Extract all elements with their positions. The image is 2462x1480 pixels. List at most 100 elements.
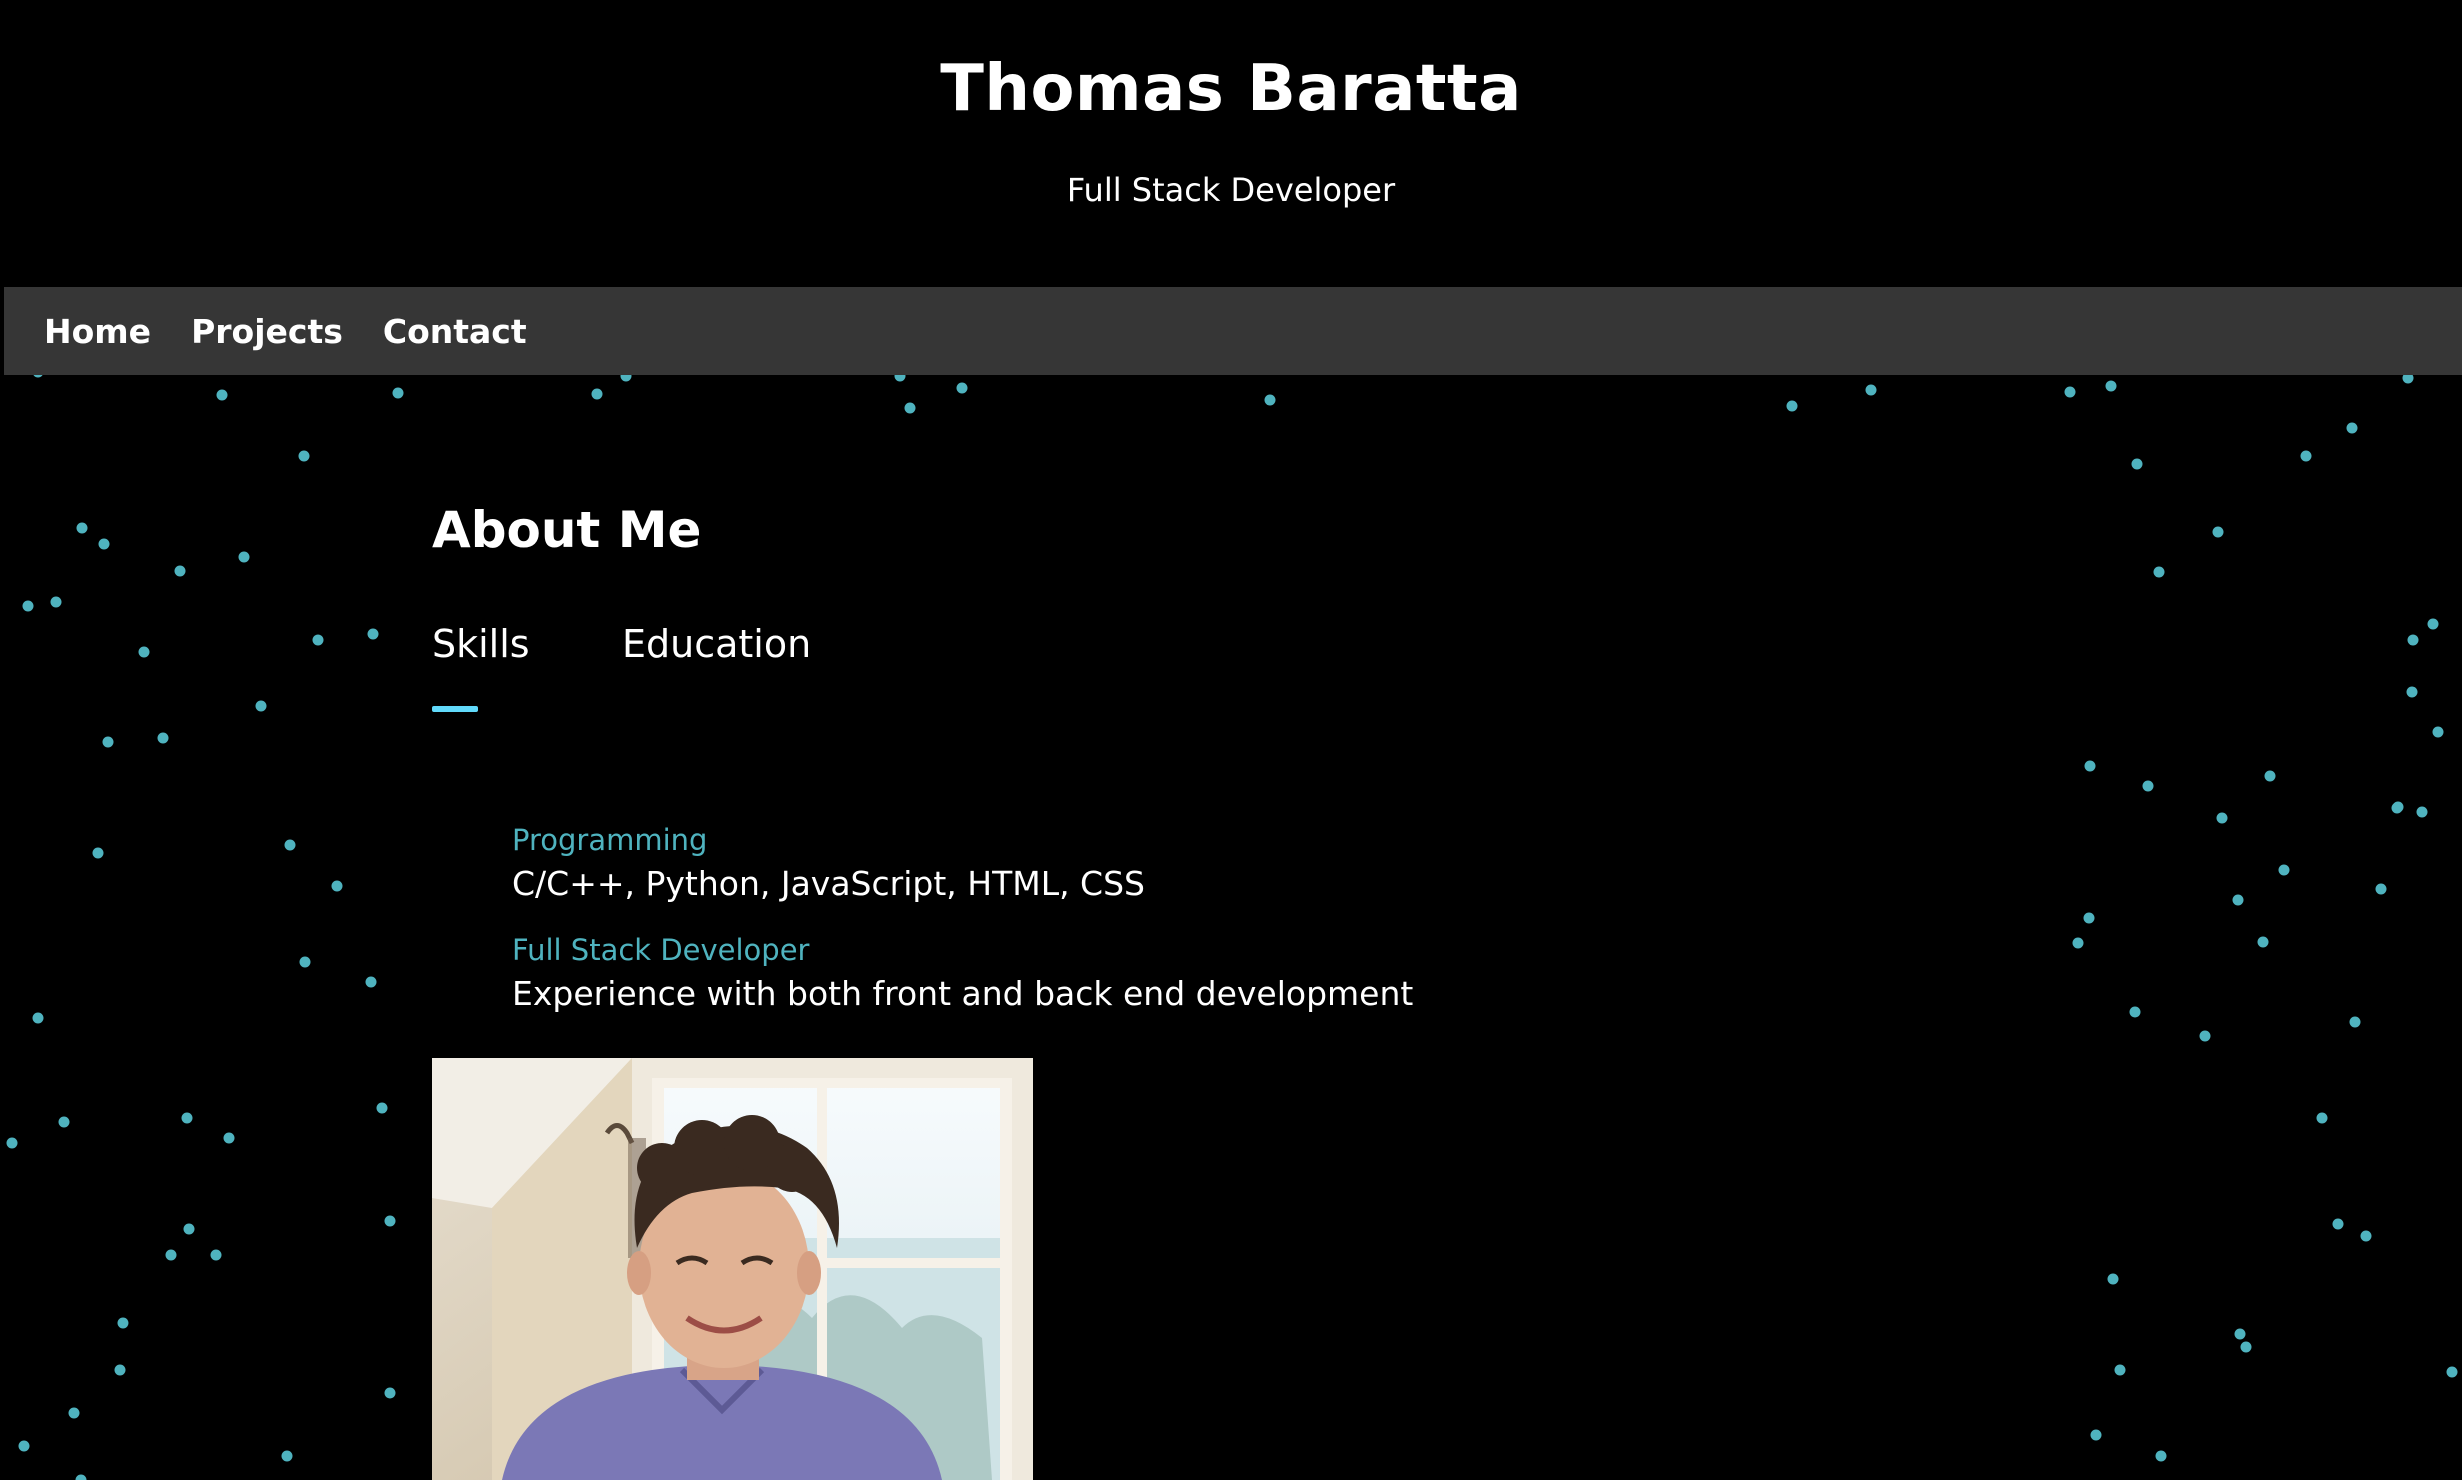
particle-dot	[2199, 1030, 2211, 1042]
particle-dot	[2375, 883, 2387, 895]
particle-dot	[2105, 380, 2117, 392]
particle-dot	[2153, 566, 2165, 578]
particle-dot	[75, 1474, 87, 1480]
particle-dot	[2332, 1218, 2344, 1230]
profile-photo-image	[432, 1058, 1033, 1480]
navbar: Home Projects Contact	[4, 287, 2462, 375]
particle-dot	[2406, 686, 2418, 698]
particle-dot	[1786, 400, 1798, 412]
particle-dot	[1264, 394, 1276, 406]
particle-dot	[281, 1450, 293, 1462]
particle-dot	[2416, 806, 2428, 818]
particle-dot	[384, 1387, 396, 1399]
particle-dot	[114, 1364, 126, 1376]
site-subtitle: Full Stack Developer	[1066, 171, 1396, 209]
particle-dot	[299, 956, 311, 968]
tab-education[interactable]: Education	[622, 616, 811, 672]
particle-dot	[2216, 812, 2228, 824]
particle-dot	[183, 1223, 195, 1235]
particle-dot	[2427, 618, 2439, 630]
particle-dot	[216, 389, 228, 401]
tab-skills[interactable]: Skills	[432, 616, 530, 672]
profile-photo	[432, 1058, 1033, 1480]
particle-dot	[392, 387, 404, 399]
page: Thomas Baratta Full Stack Developer Home…	[0, 0, 2462, 1480]
site-title: Thomas Baratta	[940, 52, 1522, 126]
particle-dot	[2432, 726, 2444, 738]
active-tab-indicator	[432, 706, 478, 712]
particle-dot	[22, 600, 34, 612]
particle-dot	[2446, 1366, 2458, 1378]
particle-dot	[238, 551, 250, 563]
about-heading: About Me	[432, 501, 702, 559]
particle-dot	[2392, 801, 2404, 813]
particle-dot	[68, 1407, 80, 1419]
particle-dot	[223, 1132, 235, 1144]
particle-dot	[2300, 450, 2312, 462]
about-section: About Me Skills Education Programming C/…	[432, 470, 1732, 1013]
particle-dot	[157, 732, 169, 744]
particle-dot	[2064, 386, 2076, 398]
particle-dot	[181, 1112, 193, 1124]
particle-dot	[2090, 1429, 2102, 1441]
particle-dot	[2155, 1450, 2167, 1462]
particle-dot	[2212, 526, 2224, 538]
particle-dot	[2114, 1364, 2126, 1376]
particle-dot	[138, 646, 150, 658]
particle-dot	[2107, 1273, 2119, 1285]
particle-dot	[2234, 1328, 2246, 1340]
particle-dot	[365, 976, 377, 988]
skill-title: Full Stack Developer	[512, 933, 810, 967]
particle-dot	[956, 382, 968, 394]
skill-title: Programming	[512, 823, 708, 857]
site-header: Thomas Baratta Full Stack Developer	[0, 0, 2462, 287]
particle-dot	[98, 538, 110, 550]
particle-dot	[2083, 912, 2095, 924]
nav-link-contact[interactable]: Contact	[383, 312, 527, 351]
particle-dot	[2407, 634, 2419, 646]
particle-dot	[2072, 937, 2084, 949]
skill-detail: Experience with both front and back end …	[512, 974, 1414, 1013]
particle-dot	[904, 402, 916, 414]
particle-dot	[367, 628, 379, 640]
particle-dot	[102, 736, 114, 748]
particle-dot	[2240, 1341, 2252, 1353]
particle-dot	[2131, 458, 2143, 470]
particle-dot	[2346, 422, 2358, 434]
particle-dot	[2129, 1006, 2141, 1018]
particle-dot	[2316, 1112, 2328, 1124]
particle-dot	[6, 1137, 18, 1149]
particle-dot	[591, 388, 603, 400]
particle-dot	[210, 1249, 222, 1261]
particle-dot	[58, 1116, 70, 1128]
particle-dot	[255, 700, 267, 712]
skill-item: Full Stack Developer Experience with bot…	[512, 930, 1712, 1018]
particle-dot	[331, 880, 343, 892]
particle-dot	[174, 565, 186, 577]
particle-dot	[2278, 864, 2290, 876]
particle-dot	[312, 634, 324, 646]
particle-dot	[384, 1215, 396, 1227]
skill-detail: C/C++, Python, JavaScript, HTML, CSS	[512, 864, 1145, 903]
particle-dot	[32, 1012, 44, 1024]
particle-dot	[50, 596, 62, 608]
particle-dot	[2142, 780, 2154, 792]
particle-dot	[2360, 1230, 2372, 1242]
particle-dot	[18, 1440, 30, 1452]
particle-dot	[76, 522, 88, 534]
particle-dot	[2264, 770, 2276, 782]
particle-dot	[2232, 894, 2244, 906]
particle-dot	[284, 839, 296, 851]
skills-list: Programming C/C++, Python, JavaScript, H…	[512, 820, 1712, 1040]
particle-dot	[2257, 936, 2269, 948]
particle-dot	[298, 450, 310, 462]
particle-dot	[1865, 384, 1877, 396]
nav-link-projects[interactable]: Projects	[191, 312, 343, 351]
tab-bar: Skills Education	[432, 616, 1732, 706]
particle-dot	[2349, 1016, 2361, 1028]
particle-dot	[2084, 760, 2096, 772]
particle-dot	[165, 1249, 177, 1261]
nav-link-home[interactable]: Home	[44, 312, 151, 351]
skill-item: Programming C/C++, Python, JavaScript, H…	[512, 820, 1712, 908]
particle-dot	[376, 1102, 388, 1114]
